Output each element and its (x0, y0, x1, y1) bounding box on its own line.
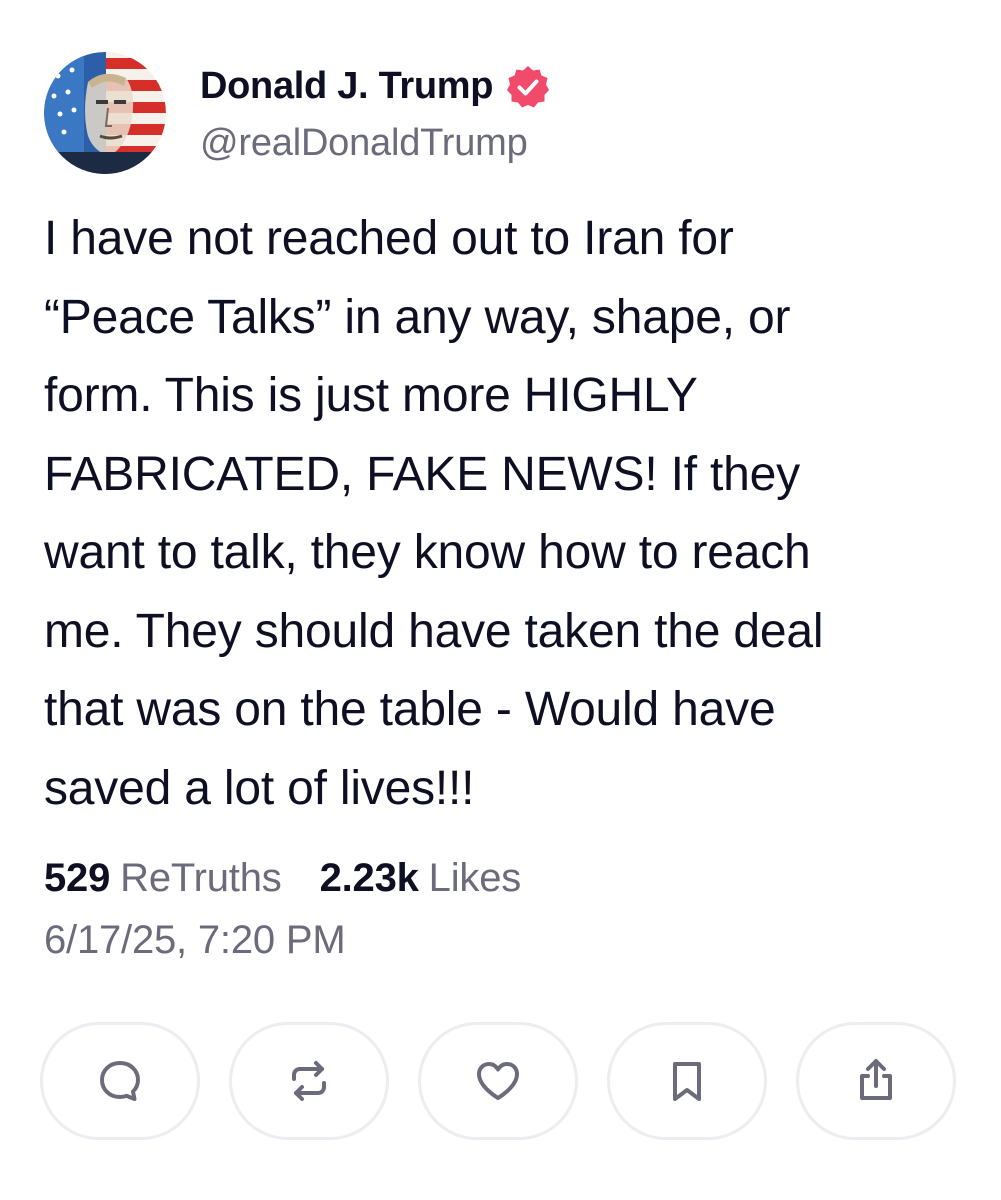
likes-label[interactable]: Likes (429, 856, 522, 901)
retruths-count[interactable]: 529 (44, 856, 110, 901)
user-handle[interactable]: @realDonaldTrump (200, 122, 551, 165)
comment-icon (100, 1061, 140, 1101)
repost-icon (292, 1061, 326, 1101)
post-stats: 529 ReTruths 2.23k Likes (44, 856, 521, 901)
heart-icon (477, 1062, 519, 1100)
retruth-button[interactable] (229, 1022, 389, 1140)
post-text: I have not reached out to Iran for “Peac… (44, 212, 824, 815)
avatar[interactable] (44, 52, 166, 174)
likes-count[interactable]: 2.23k (320, 856, 419, 901)
action-bar (40, 1022, 956, 1140)
retruths-label[interactable]: ReTruths (120, 856, 282, 901)
post-timestamp: 6/17/25, 7:20 PM (44, 918, 346, 962)
bookmark-button[interactable] (607, 1022, 767, 1140)
share-icon (860, 1059, 892, 1100)
display-name[interactable]: Donald J. Trump (200, 65, 494, 108)
like-button[interactable] (418, 1022, 578, 1140)
reply-button[interactable] (40, 1022, 200, 1140)
name-row: Donald J. Trump (200, 62, 551, 112)
share-button[interactable] (796, 1022, 956, 1140)
avatar-image (44, 52, 166, 174)
post-header: Donald J. Trump @realDonaldTrump (44, 52, 551, 174)
author-info: Donald J. Trump @realDonaldTrump (200, 62, 551, 165)
bookmark-icon (673, 1062, 701, 1101)
post-card: Donald J. Trump @realDonaldTrump I have … (0, 0, 1001, 1200)
verified-badge-icon (505, 64, 551, 110)
